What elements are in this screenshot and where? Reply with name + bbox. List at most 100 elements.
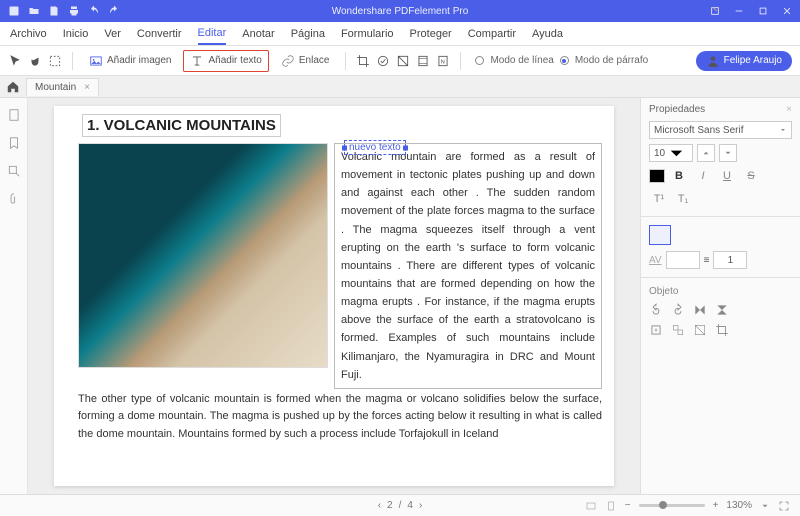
menu-formulario[interactable]: Formulario (341, 28, 394, 40)
app-title: Wondershare PDFelement Pro (332, 6, 469, 17)
header-footer-icon[interactable] (416, 54, 430, 68)
bates-tool-icon[interactable]: N (436, 54, 450, 68)
font-increase-button[interactable] (719, 144, 737, 162)
user-account-pill[interactable]: Felipe Araujo (696, 51, 792, 71)
align-justify-button[interactable] (721, 225, 743, 245)
title-bar: Wondershare PDFelement Pro (0, 0, 800, 22)
align-left-button[interactable] (649, 225, 671, 245)
properties-panel: Propiedades × Microsoft Sans Serif 10 B … (640, 98, 800, 494)
doc-heading[interactable]: 1. VOLCANIC MOUNTAINS (82, 114, 281, 137)
cursor-tool-icon[interactable] (8, 54, 22, 68)
thumbnails-icon[interactable] (7, 108, 21, 122)
menu-proteger[interactable]: Proteger (410, 28, 452, 40)
tab-close-icon[interactable]: × (84, 82, 90, 93)
line-spacing-icon: ≡ (704, 255, 710, 266)
char-spacing-label: AV (649, 255, 662, 266)
save-icon[interactable] (48, 5, 60, 17)
flip-horizontal-icon[interactable] (715, 303, 729, 317)
flip-vertical-icon[interactable] (693, 303, 707, 317)
zoom-value: 130% (726, 500, 752, 511)
zoom-in-icon[interactable]: + (713, 500, 719, 511)
menu-inicio[interactable]: Inicio (63, 28, 89, 40)
open-file-icon[interactable] (28, 5, 40, 17)
italic-button[interactable]: I (693, 167, 713, 185)
menu-pagina[interactable]: Página (291, 28, 325, 40)
subscript-button[interactable]: T₁ (673, 190, 693, 208)
properties-close-icon[interactable]: × (786, 104, 792, 115)
mode-line-radio[interactable] (475, 56, 484, 65)
watermark-tool-icon[interactable] (376, 54, 390, 68)
line-spacing-input[interactable]: 1 (713, 251, 747, 269)
align-right-button[interactable] (697, 225, 719, 245)
document-page: 1. VOLCANIC MOUNTAINS nuevo texto Volcan… (54, 106, 614, 486)
opacity-icon[interactable] (693, 323, 707, 337)
fit-page-icon[interactable] (605, 500, 617, 512)
strike-button[interactable]: S (741, 167, 761, 185)
fullscreen-icon[interactable] (778, 500, 790, 512)
font-decrease-button[interactable] (697, 144, 715, 162)
new-text-box[interactable]: nuevo texto (344, 140, 406, 155)
bold-button[interactable]: B (669, 167, 689, 185)
status-bar: ‹ 2 /4 › − + 130% (0, 494, 800, 516)
properties-title: Propiedades (649, 104, 705, 115)
menu-ayuda[interactable]: Ayuda (532, 28, 563, 40)
crop-object-icon[interactable] (715, 323, 729, 337)
char-spacing-input[interactable] (666, 251, 700, 269)
document-tab[interactable]: Mountain × (26, 78, 99, 96)
undo-icon[interactable] (88, 5, 100, 17)
background-tool-icon[interactable] (396, 54, 410, 68)
print-icon[interactable] (68, 5, 80, 17)
menu-convertir[interactable]: Convertir (137, 28, 182, 40)
minimize-icon[interactable] (734, 6, 744, 16)
extract-icon[interactable] (649, 323, 663, 337)
add-text-button[interactable]: Añadir texto (183, 50, 268, 72)
maximize-icon[interactable] (758, 6, 768, 16)
mode-paragraph-radio[interactable] (560, 56, 569, 65)
crop-tool-icon[interactable] (356, 54, 370, 68)
svg-text:N: N (441, 59, 445, 65)
document-tab-bar: Mountain × (0, 76, 800, 98)
zoom-out-icon[interactable]: − (625, 500, 631, 511)
zoom-slider[interactable] (639, 504, 705, 507)
text-color-swatch[interactable] (649, 169, 665, 183)
superscript-button[interactable]: T¹ (649, 190, 669, 208)
page-next-icon[interactable]: › (419, 500, 422, 511)
object-section-label: Objeto (649, 286, 792, 297)
app-logo-icon (8, 5, 20, 17)
edit-toolbar: Añadir imagen Añadir texto Enlace N Modo… (0, 46, 800, 76)
page-total: 4 (407, 500, 413, 511)
zoom-dropdown-icon[interactable] (760, 501, 770, 511)
font-family-select[interactable]: Microsoft Sans Serif (649, 121, 792, 139)
underline-button[interactable]: U (717, 167, 737, 185)
align-center-button[interactable] (673, 225, 695, 245)
menu-editar[interactable]: Editar (198, 27, 227, 45)
paragraph-right[interactable]: Volcanic mountain are formed as a result… (334, 143, 602, 389)
replace-icon[interactable] (671, 323, 685, 337)
redo-icon[interactable] (108, 5, 120, 17)
paragraph-lower[interactable]: The other type of volcanic mountain is f… (54, 389, 614, 444)
menu-ver[interactable]: Ver (104, 28, 121, 40)
close-icon[interactable] (782, 6, 792, 16)
mode-line-label: Modo de línea (490, 55, 553, 66)
hand-tool-icon[interactable] (28, 54, 42, 68)
search-panel-icon[interactable] (7, 164, 21, 178)
menu-anotar[interactable]: Anotar (242, 28, 274, 40)
page-prev-icon[interactable]: ‹ (378, 500, 381, 511)
rotate-right-icon[interactable] (671, 303, 685, 317)
bookmarks-icon[interactable] (7, 136, 21, 150)
volcanic-image[interactable] (78, 143, 328, 368)
menu-compartir[interactable]: Compartir (468, 28, 516, 40)
page-current[interactable]: 2 (387, 500, 393, 511)
select-tool-icon[interactable] (48, 54, 62, 68)
notify-icon[interactable] (710, 6, 720, 16)
add-image-button[interactable]: Añadir imagen (83, 51, 177, 71)
home-tab-icon[interactable] (6, 80, 20, 94)
fit-width-icon[interactable] (585, 500, 597, 512)
menu-bar: Archivo Inicio Ver Convertir Editar Anot… (0, 22, 800, 46)
menu-archivo[interactable]: Archivo (10, 28, 47, 40)
font-size-select[interactable]: 10 (649, 144, 693, 162)
link-button[interactable]: Enlace (275, 51, 336, 71)
attachments-icon[interactable] (7, 192, 21, 206)
rotate-left-icon[interactable] (649, 303, 663, 317)
document-canvas[interactable]: 1. VOLCANIC MOUNTAINS nuevo texto Volcan… (28, 98, 640, 494)
